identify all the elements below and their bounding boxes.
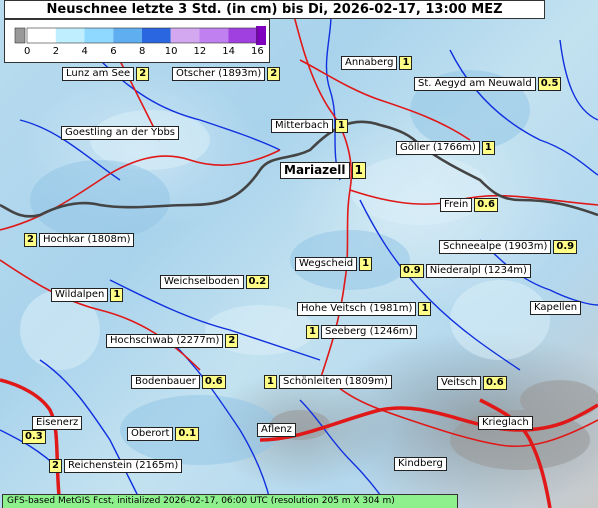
legend-swatch [199, 28, 229, 43]
legend-tick-label: 8 [139, 46, 146, 57]
snow-value-wildalpen: 1 [110, 288, 124, 302]
legend-swatch [113, 28, 142, 43]
map-title: Neuschnee letzte 3 Std. (in cm) bis Di, … [4, 0, 545, 19]
snow-value-sch-nleiten-1809m: 1 [264, 375, 277, 389]
location-label-annaberg: Annaberg [341, 56, 398, 70]
legend-swatch [228, 28, 257, 43]
snow-value-oberort: 0.1 [175, 427, 200, 441]
location-label-hochschwab-2277m: Hochschwab (2277m) [106, 334, 224, 348]
snow-value-st-aegyd-am-neuwald: 0.5 [537, 77, 562, 91]
location-label-krieglach: Krieglach [478, 416, 533, 430]
location-label-st-aegyd-am-neuwald: St. Aegyd am Neuwald [414, 77, 536, 91]
location-label-kindberg: Kindberg [394, 457, 447, 471]
snow-value-lunz-am-see: 2 [136, 67, 150, 81]
location-label-tscher-1893m: Ötscher (1893m) [172, 67, 266, 81]
snow-value-mitterbach: 1 [334, 119, 348, 133]
location-label-reichenstein-2165m: Reichenstein (2165m) [63, 459, 183, 473]
snow-value-reichenstein-2165m: 2 [49, 459, 62, 473]
location-label-lunz-am-see: Lunz am See [62, 67, 135, 81]
snow-value-schneealpe-1903m: 0.9 [553, 240, 578, 254]
snow-value-seeberg-1246m: 1 [306, 325, 319, 339]
snow-value-niederalpl-1234m: 0.9 [400, 264, 424, 278]
legend-tick-label: 2 [52, 46, 60, 57]
legend-tick-label: 6 [110, 46, 117, 57]
legend-tick-label: 10 [164, 46, 178, 57]
legend-swatch [142, 28, 171, 43]
legend-tick-label: 16 [251, 46, 264, 57]
location-label-hochkar-1808m: Hochkar (1808m) [38, 233, 135, 247]
legend-swatch [170, 28, 200, 43]
snow-value-hochkar-1808m: 2 [24, 233, 37, 247]
snow-value-tscher-1893m: 2 [267, 67, 281, 81]
snow-value-wegscheid: 1 [359, 257, 373, 271]
snow-value-mariazell: 1 [351, 162, 366, 179]
legend-swatch [84, 28, 114, 43]
location-label-bodenbauer: Bodenbauer [131, 375, 200, 389]
location-label-kapellen: Kapellen [530, 301, 582, 315]
location-label-hohe-veitsch-1981m: Hohe Veitsch (1981m) [297, 302, 417, 316]
location-label-oberort: Oberort [127, 427, 174, 441]
snow-value-hochschwab-2277m: 2 [225, 334, 239, 348]
snow-value-hohe-veitsch-1981m: 1 [418, 302, 432, 316]
footer-credit: GFS-based MetGIS Fcst, initialized 2026-… [2, 494, 458, 508]
snow-value-g-ller-1766m: 1 [481, 141, 495, 155]
legend-swatch [55, 28, 85, 43]
location-label-aflenz: Aflenz [257, 423, 296, 437]
location-label-veitsch: Veitsch [437, 376, 481, 390]
snow-value-eisenerz: 0.3 [22, 430, 46, 444]
location-label-seeberg-1246m: Seeberg (1246m) [320, 325, 417, 339]
legend-swatch-max [256, 26, 266, 45]
legend-tick-label: 0 [24, 46, 31, 57]
legend: 0 2 4 6 8 10 12 14 16 [4, 19, 270, 63]
location-label-g-ller-1766m: Göller (1766m) [396, 141, 480, 155]
location-label-mitterbach: Mitterbach [271, 119, 333, 133]
location-label-frein: Frein [440, 198, 473, 212]
legend-swatch [27, 28, 56, 43]
location-label-weichselboden: Weichselboden [160, 275, 244, 289]
location-label-mariazell: Mariazell [280, 162, 350, 179]
legend-below-swatch [14, 27, 26, 44]
snow-value-annaberg: 1 [399, 56, 413, 70]
snow-value-weichselboden: 0.2 [245, 275, 270, 289]
legend-tick-label: 12 [193, 46, 207, 57]
snow-map[interactable]: Neuschnee letzte 3 Std. (in cm) bis Di, … [0, 0, 598, 508]
location-label-eisenerz: Eisenerz [32, 416, 83, 430]
legend-tick-label: 14 [222, 46, 235, 57]
legend-tick-label: 4 [81, 46, 88, 57]
location-label-schneealpe-1903m: Schneealpe (1903m) [439, 240, 552, 254]
snow-value-frein: 0.6 [474, 198, 498, 212]
location-label-niederalpl-1234m: Niederalpl (1234m) [425, 264, 531, 278]
location-label-sch-nleiten-1809m: Schönleiten (1809m) [278, 375, 392, 389]
snow-value-veitsch: 0.6 [482, 376, 507, 390]
snow-value-bodenbauer: 0.6 [201, 375, 226, 389]
location-label-goestling-an-der-ybbs: Goestling an der Ybbs [61, 126, 180, 140]
location-label-wegscheid: Wegscheid [295, 257, 358, 271]
location-label-wildalpen: Wildalpen [51, 288, 109, 302]
